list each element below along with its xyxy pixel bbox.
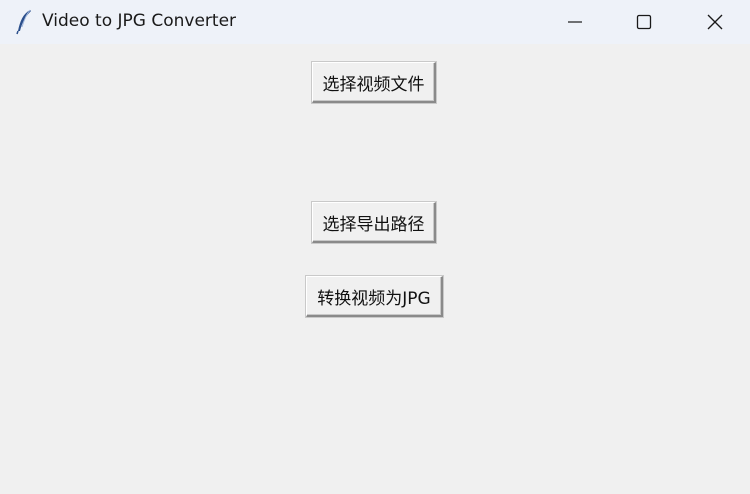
minimize-icon — [567, 14, 583, 30]
close-icon — [707, 14, 723, 30]
select-output-path-button[interactable]: 选择导出路径 — [312, 202, 436, 243]
feather-icon — [14, 9, 34, 35]
maximize-icon — [636, 14, 652, 30]
minimize-button[interactable] — [540, 0, 610, 44]
select-video-file-button[interactable]: 选择视频文件 — [312, 62, 436, 103]
title-bar[interactable]: Video to JPG Converter — [0, 0, 750, 44]
app-window: Video to JPG Converter 选择视频文件 选择导出路径 转换视… — [0, 0, 750, 494]
window-title: Video to JPG Converter — [42, 11, 237, 31]
close-button[interactable] — [680, 0, 750, 44]
maximize-button[interactable] — [609, 0, 679, 44]
convert-to-jpg-button[interactable]: 转换视频为JPG — [306, 276, 443, 317]
